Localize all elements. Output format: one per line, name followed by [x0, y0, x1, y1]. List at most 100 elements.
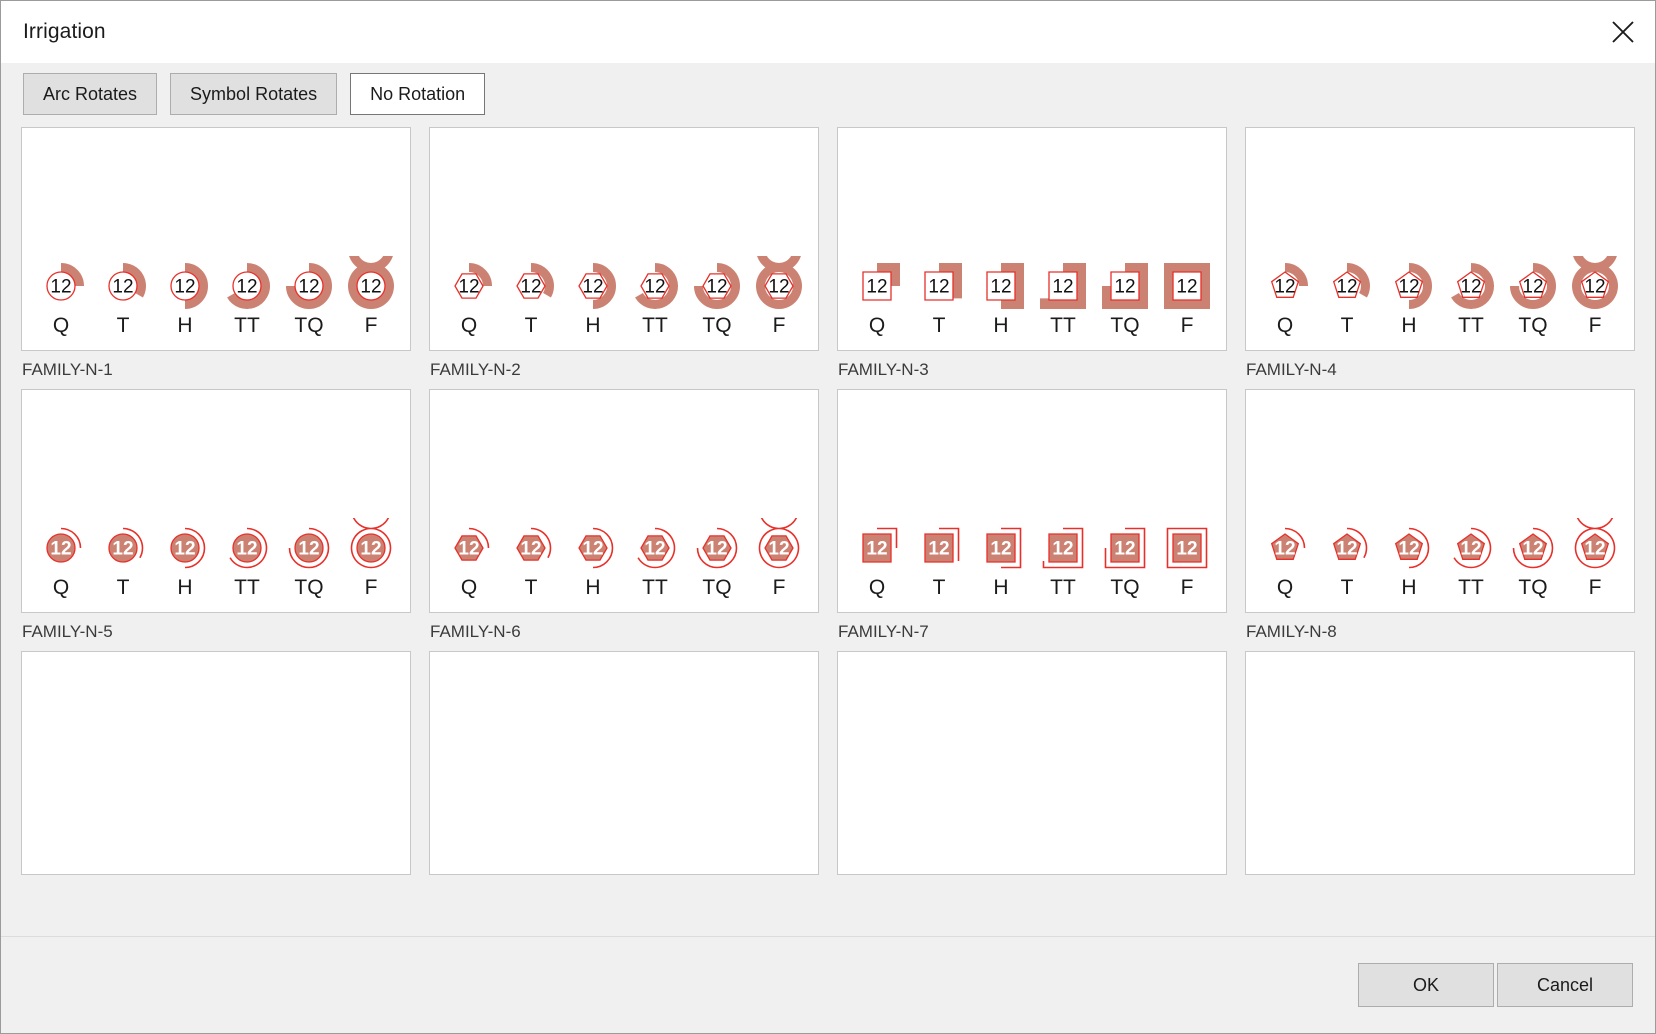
symbol-value-text: 12	[1522, 277, 1543, 298]
symbol-graphic: 12	[516, 263, 554, 299]
symbol-value-text: 12	[458, 539, 479, 560]
symbol-item: 12 Q	[848, 518, 906, 598]
symbol-arc-label: F	[1588, 576, 1602, 599]
symbol-item: 12 Q	[32, 518, 90, 598]
tab-symbol-rotates[interactable]: Symbol Rotates	[170, 73, 338, 115]
symbol-arc-label: F	[772, 314, 786, 337]
symbol-value-text: 12	[112, 539, 133, 560]
symbol-graphic: 12	[694, 263, 740, 309]
symbol-item: 12 TT	[626, 256, 684, 336]
symbol-row: 12 Q 12 T 12 H 12 TT 12 TQ 12 F	[22, 518, 410, 598]
symbol-value-text: 12	[520, 539, 541, 560]
symbol-item: 12 TQ	[688, 518, 746, 598]
symbol-item: 12 T	[1318, 256, 1376, 336]
symbol-value-text: 12	[866, 539, 887, 560]
symbol-arc-label: H	[993, 314, 1009, 337]
symbol-graphic: 12	[108, 263, 146, 301]
symbol-graphic: 12	[1451, 263, 1494, 309]
symbol-row: 12 Q 12 T 12 H 12 TT 12 TQ 12 F	[430, 256, 818, 336]
symbol-graphic: 12	[1270, 527, 1306, 560]
symbol-item: 12 H	[972, 256, 1030, 336]
symbol-graphic: 12	[578, 263, 616, 309]
symbol-graphic: 12	[696, 527, 738, 569]
symbol-graphic: 12	[288, 527, 330, 569]
symbol-row: 12 Q 12 T 12 H 12 TT 12 TQ 12 F	[430, 518, 818, 598]
symbol-arc-label: Q	[868, 314, 886, 337]
symbol-value-text: 12	[1114, 277, 1135, 298]
symbol-item: 12 F	[342, 518, 400, 598]
symbol-row: 12 Q 12 T 12 H 12 TT 12 TQ 12 F	[1246, 518, 1634, 598]
cancel-button[interactable]: Cancel	[1497, 963, 1633, 1007]
symbol-item: 12 TQ	[688, 256, 746, 336]
tab-arc-rotates[interactable]: Arc Rotates	[23, 73, 158, 115]
symbol-item: 12 T	[910, 256, 968, 336]
symbol-arc-label: H	[177, 314, 193, 337]
symbol-value-text: 12	[1336, 539, 1357, 560]
symbol-graphic: 12	[862, 263, 900, 301]
close-icon[interactable]	[1591, 1, 1655, 63]
symbol-item: 12 F	[750, 256, 808, 336]
symbol-item: 12 TT	[1442, 518, 1500, 598]
symbol-value-text: 12	[174, 277, 195, 298]
family-preview[interactable]: 12 Q 12 T 12 H 12 TT 12 TQ 12 F	[21, 389, 411, 613]
symbol-item: 12 T	[94, 256, 152, 336]
family-name-label: FAMILY-N-2	[430, 360, 521, 379]
family-preview[interactable]: 12 Q 12 T 12 H 12 TT 12 TQ 12 F	[837, 389, 1227, 613]
family-cell: 12 Q 12 T 12 H 12 TT 12 TQ 12 F FAMILY-N-1	[21, 127, 411, 389]
symbol-value-text: 12	[990, 539, 1011, 560]
symbol-item: 12 Q	[32, 256, 90, 336]
family-cell	[837, 651, 1227, 913]
symbol-item: 12 TT	[1034, 256, 1092, 336]
symbol-graphic: 12	[1574, 518, 1616, 569]
symbol-item: 12 F	[1566, 256, 1624, 336]
symbol-arc-label: TT	[642, 314, 668, 337]
tab-no-rotation[interactable]: No Rotation	[350, 73, 486, 115]
symbol-item: 12 Q	[440, 256, 498, 336]
symbol-item: 12 T	[502, 256, 560, 336]
family-grid-area: 12 Q 12 T 12 H 12 TT 12 TQ 12 F FAMILY-N-1 12 Q 12 T 12 H 1…	[1, 125, 1655, 936]
family-preview[interactable]: 12 Q 12 T 12 H 12 TT 12 TQ 12 F	[429, 389, 819, 613]
symbol-arc-label: TT	[642, 576, 668, 599]
ok-button[interactable]: OK	[1358, 963, 1494, 1007]
symbol-arc-label: F	[1180, 314, 1194, 337]
family-preview[interactable]: 12 Q 12 T 12 H 12 TT 12 TQ 12 F	[21, 127, 411, 351]
symbol-item: 12 TQ	[1504, 518, 1562, 598]
symbol-value-text: 12	[1274, 277, 1295, 298]
symbol-value-text: 12	[112, 277, 133, 298]
symbol-graphic: 12	[924, 263, 962, 301]
symbol-graphic: 12	[1332, 527, 1368, 560]
dialog-title: Irrigation	[23, 20, 106, 43]
symbol-arc-label: Q	[460, 576, 478, 599]
symbol-arc-label: H	[1401, 314, 1417, 337]
symbol-graphic: 12	[229, 527, 268, 569]
family-name-label	[21, 875, 411, 913]
symbol-item: 12 TQ	[280, 256, 338, 336]
symbol-graphic: 12	[516, 527, 552, 561]
symbol-value-text: 12	[644, 539, 665, 560]
symbol-item: 12 T	[502, 518, 560, 598]
symbol-value-text: 12	[866, 277, 887, 298]
symbol-value-text: 12	[1176, 539, 1197, 560]
family-preview[interactable]: 12 Q 12 T 12 H 12 TT 12 TQ 12 F	[1245, 127, 1635, 351]
symbol-item: 12 F	[1158, 256, 1216, 336]
symbol-graphic: 12	[348, 256, 394, 309]
symbol-value-text: 12	[928, 539, 949, 560]
family-preview[interactable]: 12 Q 12 T 12 H 12 TT 12 TQ 12 F	[429, 127, 819, 351]
symbol-graphic: 12	[286, 263, 332, 309]
symbol-arc-label: TQ	[1518, 576, 1548, 599]
symbol-row: 12 Q 12 T 12 H 12 TT 12 TQ 12 F	[838, 256, 1226, 336]
symbol-arc-label: TQ	[294, 314, 324, 337]
family-preview[interactable]: 12 Q 12 T 12 H 12 TT 12 TQ 12 F	[1245, 389, 1635, 613]
symbol-value-text: 12	[990, 277, 1011, 298]
family-cell: 12 Q 12 T 12 H 12 TT 12 TQ 12 F FAMILY-N-3	[837, 127, 1227, 389]
dialog-footer: OK Cancel	[1, 937, 1655, 1033]
symbol-row: 12 Q 12 T 12 H 12 TT 12 TQ 12 F	[22, 256, 410, 336]
symbol-value-text: 12	[1176, 277, 1197, 298]
symbol-item: 12 F	[1158, 518, 1216, 598]
family-name-label: FAMILY-N-4	[1246, 360, 1337, 379]
symbol-item: 12 TT	[218, 518, 276, 598]
family-preview[interactable]: 12 Q 12 T 12 H 12 TT 12 TQ 12 F	[837, 127, 1227, 351]
symbol-value-text: 12	[360, 277, 381, 298]
family-name-label	[837, 875, 1227, 913]
symbol-graphic: 12	[986, 527, 1022, 569]
